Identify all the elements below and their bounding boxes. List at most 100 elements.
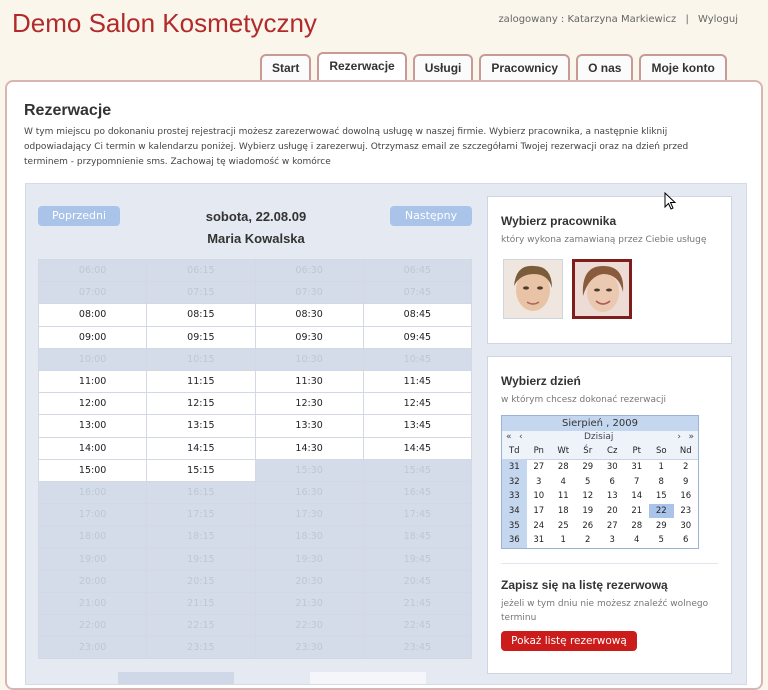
calendar-day[interactable]: 29 [576, 459, 601, 474]
calendar-day[interactable]: 28 [551, 459, 576, 474]
calendar-day[interactable]: 29 [649, 518, 674, 533]
calendar-week-number: 32 [502, 474, 527, 490]
calendar-day[interactable]: 4 [551, 474, 576, 489]
calendar-day[interactable]: 1 [551, 533, 576, 548]
time-slot-unavailable: 23:15 [146, 636, 256, 660]
time-slot-available[interactable]: 14:00 [37, 436, 148, 460]
calendar-week-row: 31 27 28 29 30 31 1 2 [502, 459, 699, 475]
card-divider [501, 563, 718, 564]
calendar-day[interactable]: 12 [576, 489, 601, 504]
time-slot-available[interactable]: 12:00 [37, 392, 148, 416]
calendar-day[interactable]: 6 [674, 533, 699, 548]
employee-photo-2-selected[interactable] [572, 259, 632, 319]
time-slot-unavailable: 21:00 [37, 591, 148, 616]
tab-uslugi[interactable]: Usługi [412, 54, 474, 80]
time-slot-available[interactable]: 09:15 [146, 325, 256, 349]
calendar-day[interactable]: 7 [625, 474, 650, 489]
next-year-icon[interactable]: » [688, 431, 694, 444]
calendar-day[interactable]: 3 [600, 533, 625, 548]
calendar-day[interactable]: 30 [674, 518, 699, 533]
calendar-day[interactable]: 15 [649, 489, 674, 504]
time-slot-available[interactable]: 15:15 [146, 458, 256, 482]
time-slot-available[interactable]: 11:30 [254, 369, 364, 394]
tab-rezerwacje[interactable]: Rezerwacje [317, 52, 407, 80]
time-slot-unavailable: 16:45 [362, 480, 473, 505]
calendar-day[interactable]: 4 [625, 533, 650, 548]
calendar-day[interactable]: 21 [625, 504, 650, 519]
time-slot-available[interactable]: 13:45 [362, 414, 473, 438]
calendar-day[interactable]: 14 [625, 489, 650, 504]
calendar-day[interactable]: 16 [674, 489, 699, 504]
time-slot-available[interactable]: 12:30 [254, 392, 364, 416]
calendar-day[interactable]: 10 [527, 489, 552, 504]
time-slot-available[interactable]: 08:15 [146, 303, 256, 327]
time-slot-available[interactable]: 12:45 [362, 392, 473, 416]
calendar-today-button[interactable]: Dzisiaj [584, 431, 613, 444]
calendar-day[interactable]: 2 [576, 533, 601, 548]
show-waitlist-button[interactable]: Pokaż listę rezerwową [501, 631, 637, 651]
calendar-day[interactable]: 30 [600, 459, 625, 474]
time-slot-available[interactable]: 09:30 [254, 325, 364, 349]
next-day-button[interactable]: Następny [390, 206, 472, 226]
time-slot-row: 14:00 14:15 14:30 14:45 [37, 436, 473, 460]
calendar-day[interactable]: 28 [625, 518, 650, 533]
calendar-day[interactable]: 23 [674, 504, 699, 519]
prev-day-button[interactable]: Poprzedni [38, 206, 120, 226]
calendar-day[interactable]: 27 [600, 518, 625, 533]
calendar-day[interactable]: 8 [649, 474, 674, 489]
time-slot-unavailable: 07:30 [254, 281, 364, 305]
calendar-day[interactable]: 17 [527, 504, 552, 519]
calendar-day[interactable]: 25 [551, 518, 576, 533]
tab-pracownicy[interactable]: Pracownicy [479, 54, 571, 80]
time-slot-unavailable: 06:45 [362, 258, 473, 283]
calendar-day-selected[interactable]: 22 [649, 503, 674, 519]
time-slot-unavailable: 16:15 [146, 480, 256, 505]
tab-moje-konto[interactable]: Moje konto [639, 54, 727, 80]
time-slot-unavailable: 15:30 [254, 458, 364, 482]
time-slot-available[interactable]: 11:00 [37, 369, 148, 394]
time-slot-available[interactable]: 14:15 [146, 436, 256, 460]
next-month-icon[interactable]: › [677, 431, 681, 444]
calendar-day[interactable]: 18 [551, 504, 576, 519]
calendar-day[interactable]: 2 [674, 459, 699, 474]
calendar-day[interactable]: 6 [600, 474, 625, 489]
calendar-day[interactable]: 19 [576, 504, 601, 519]
logout-link[interactable]: Wyloguj [698, 14, 738, 25]
time-slot-available[interactable]: 11:45 [362, 369, 473, 394]
calendar-day[interactable]: 26 [576, 518, 601, 533]
time-slot-available[interactable]: 11:15 [146, 369, 256, 394]
tab-o-nas[interactable]: O nas [576, 54, 634, 80]
tab-start[interactable]: Start [260, 54, 312, 80]
calendar-weekday-header: Pn [526, 444, 551, 460]
prev-year-icon[interactable]: « [506, 431, 512, 444]
time-slot-available[interactable]: 13:00 [37, 414, 148, 438]
calendar-day[interactable]: 31 [527, 533, 552, 548]
calendar-day[interactable]: 11 [551, 489, 576, 504]
calendar-day[interactable]: 1 [649, 459, 674, 474]
calendar-day[interactable]: 13 [600, 489, 625, 504]
time-slot-available[interactable]: 08:00 [37, 303, 148, 327]
calendar-day[interactable]: 5 [576, 474, 601, 489]
prev-month-icon[interactable]: ‹ [519, 431, 523, 444]
time-slot-available[interactable]: 12:15 [146, 392, 256, 416]
time-slot-available[interactable]: 13:30 [254, 414, 364, 438]
calendar-day[interactable]: 20 [600, 504, 625, 519]
calendar-day[interactable]: 9 [674, 474, 699, 489]
calendar-day[interactable]: 24 [527, 518, 552, 533]
time-slot-available[interactable]: 15:00 [37, 458, 148, 482]
time-slot-available[interactable]: 14:45 [362, 436, 473, 460]
time-slot-available[interactable]: 13:15 [146, 414, 256, 438]
time-slot-available[interactable]: 09:45 [362, 325, 473, 349]
calendar-day[interactable]: 5 [649, 533, 674, 548]
time-slot-available[interactable]: 08:30 [254, 303, 364, 327]
time-slot-available[interactable]: 08:45 [362, 303, 473, 327]
calendar-day[interactable]: 31 [625, 459, 650, 474]
site-logo-text[interactable]: Demo Salon Kosmetyczny [12, 8, 317, 39]
time-slot-available[interactable]: 14:30 [254, 436, 364, 460]
time-slot-unavailable: 19:15 [146, 547, 256, 571]
calendar-week-row: 36 31 1 2 3 4 5 6 [502, 533, 698, 548]
calendar-day[interactable]: 3 [527, 474, 552, 489]
calendar-day[interactable]: 27 [527, 459, 552, 474]
employee-photo-1[interactable] [503, 259, 563, 319]
time-slot-available[interactable]: 09:00 [37, 325, 148, 349]
